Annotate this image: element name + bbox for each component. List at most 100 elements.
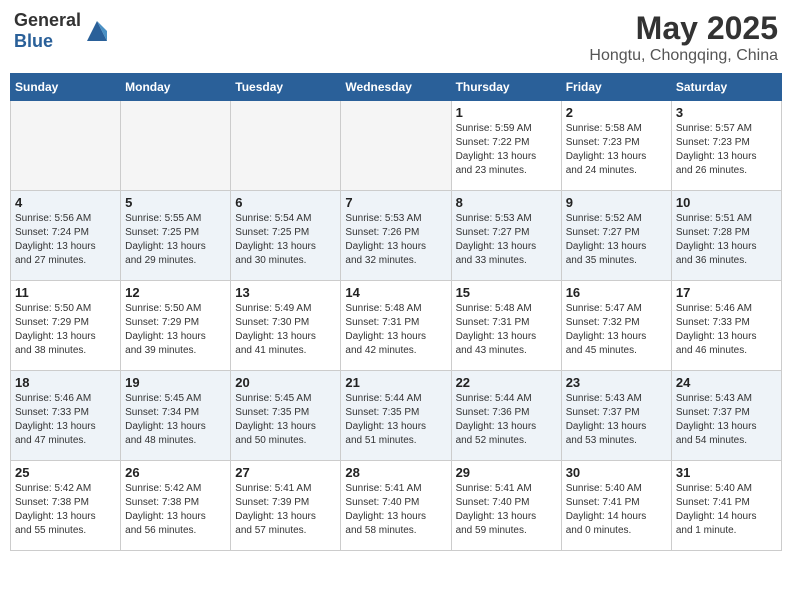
calendar-cell bbox=[341, 101, 451, 191]
weekday-header-saturday: Saturday bbox=[671, 74, 781, 101]
calendar-cell: 14Sunrise: 5:48 AM Sunset: 7:31 PM Dayli… bbox=[341, 281, 451, 371]
calendar-cell: 19Sunrise: 5:45 AM Sunset: 7:34 PM Dayli… bbox=[121, 371, 231, 461]
day-detail: Sunrise: 5:47 AM Sunset: 7:32 PM Dayligh… bbox=[566, 302, 667, 358]
calendar-cell: 9 Sunrise: 5:52 AM Sunset: 7:27 PM Daylig… bbox=[561, 191, 671, 281]
day-number: 13 bbox=[235, 285, 336, 300]
day-number: 27 bbox=[235, 465, 336, 480]
calendar-cell: 5 Sunrise: 5:55 AM Sunset: 7:25 PM Daylig… bbox=[121, 191, 231, 281]
calendar-cell bbox=[121, 101, 231, 191]
calendar-cell bbox=[11, 101, 121, 191]
day-detail: Sunrise: 5:59 AM Sunset: 7:22 PM Dayligh… bbox=[456, 122, 557, 178]
day-detail: Sunrise: 5:49 AM Sunset: 7:30 PM Dayligh… bbox=[235, 302, 336, 358]
calendar-cell: 31 Sunrise: 5:40 AM Sunset: 7:41 PM Dayli… bbox=[671, 461, 781, 551]
calendar-cell: 6Sunrise: 5:54 AM Sunset: 7:25 PM Daylig… bbox=[231, 191, 341, 281]
day-detail: Sunrise: 5:45 AM Sunset: 7:35 PM Dayligh… bbox=[235, 392, 336, 448]
day-number: 4 bbox=[15, 195, 116, 210]
weekday-header-sunday: Sunday bbox=[11, 74, 121, 101]
day-detail: Sunrise: 5:41 AM Sunset: 7:39 PM Dayligh… bbox=[235, 482, 336, 538]
day-detail: Sunrise: 5:51 AM Sunset: 7:28 PM Dayligh… bbox=[676, 212, 777, 268]
day-detail: Sunrise: 5:58 AM Sunset: 7:23 PM Dayligh… bbox=[566, 122, 667, 178]
day-number: 3 bbox=[676, 105, 777, 120]
day-detail: Sunrise: 5:57 AM Sunset: 7:23 PM Dayligh… bbox=[676, 122, 777, 178]
day-detail: Sunrise: 5:56 AM Sunset: 7:24 PM Dayligh… bbox=[15, 212, 116, 268]
day-number: 19 bbox=[125, 375, 226, 390]
calendar-cell: 20 Sunrise: 5:45 AM Sunset: 7:35 PM Dayli… bbox=[231, 371, 341, 461]
week-row-4: 18Sunrise: 5:46 AM Sunset: 7:33 PM Dayli… bbox=[11, 371, 782, 461]
calendar-cell: 4 Sunrise: 5:56 AM Sunset: 7:24 PM Daylig… bbox=[11, 191, 121, 281]
day-detail: Sunrise: 5:53 AM Sunset: 7:26 PM Dayligh… bbox=[345, 212, 446, 268]
day-number: 2 bbox=[566, 105, 667, 120]
calendar-cell: 3 Sunrise: 5:57 AM Sunset: 7:23 PM Daylig… bbox=[671, 101, 781, 191]
calendar-cell: 22Sunrise: 5:44 AM Sunset: 7:36 PM Dayli… bbox=[451, 371, 561, 461]
weekday-header-thursday: Thursday bbox=[451, 74, 561, 101]
weekday-header-friday: Friday bbox=[561, 74, 671, 101]
day-number: 16 bbox=[566, 285, 667, 300]
week-row-5: 25 Sunrise: 5:42 AM Sunset: 7:38 PM Dayli… bbox=[11, 461, 782, 551]
day-number: 21 bbox=[345, 375, 446, 390]
day-number: 24 bbox=[676, 375, 777, 390]
week-row-2: 4 Sunrise: 5:56 AM Sunset: 7:24 PM Daylig… bbox=[11, 191, 782, 281]
calendar-cell: 24 Sunrise: 5:43 AM Sunset: 7:37 PM Dayli… bbox=[671, 371, 781, 461]
day-detail: Sunrise: 5:41 AM Sunset: 7:40 PM Dayligh… bbox=[345, 482, 446, 538]
day-number: 20 bbox=[235, 375, 336, 390]
day-number: 22 bbox=[456, 375, 557, 390]
day-number: 23 bbox=[566, 375, 667, 390]
day-detail: Sunrise: 5:42 AM Sunset: 7:38 PM Dayligh… bbox=[125, 482, 226, 538]
calendar-cell: 25Sunrise: 5:42 AM Sunset: 7:38 PM Dayli… bbox=[11, 461, 121, 551]
week-row-3: 11Sunrise: 5:50 AM Sunset: 7:29 PM Dayli… bbox=[11, 281, 782, 371]
day-number: 17 bbox=[676, 285, 777, 300]
day-detail: Sunrise: 5:50 AM Sunset: 7:29 PM Dayligh… bbox=[125, 302, 226, 358]
logo-text: General Blue bbox=[14, 10, 81, 52]
logo: General Blue bbox=[14, 10, 111, 52]
day-detail: Sunrise: 5:40 AM Sunset: 7:41 PM Dayligh… bbox=[566, 482, 667, 538]
calendar-cell: 11Sunrise: 5:50 AM Sunset: 7:29 PM Dayli… bbox=[11, 281, 121, 371]
day-detail: Sunrise: 5:50 AM Sunset: 7:29 PM Dayligh… bbox=[15, 302, 116, 358]
day-detail: Sunrise: 5:53 AM Sunset: 7:27 PM Dayligh… bbox=[456, 212, 557, 268]
logo-blue: Blue bbox=[14, 31, 53, 51]
day-number: 26 bbox=[125, 465, 226, 480]
calendar-cell: 18Sunrise: 5:46 AM Sunset: 7:33 PM Dayli… bbox=[11, 371, 121, 461]
day-number: 7 bbox=[345, 195, 446, 210]
weekday-header-wednesday: Wednesday bbox=[341, 74, 451, 101]
day-number: 29 bbox=[456, 465, 557, 480]
calendar-cell: 12 Sunrise: 5:50 AM Sunset: 7:29 PM Dayli… bbox=[121, 281, 231, 371]
day-number: 8 bbox=[456, 195, 557, 210]
calendar-cell: 10 Sunrise: 5:51 AM Sunset: 7:28 PM Dayli… bbox=[671, 191, 781, 281]
day-number: 12 bbox=[125, 285, 226, 300]
day-number: 25 bbox=[15, 465, 116, 480]
weekday-header-row: SundayMondayTuesdayWednesdayThursdayFrid… bbox=[11, 74, 782, 101]
calendar-cell: 16 Sunrise: 5:47 AM Sunset: 7:32 PM Dayli… bbox=[561, 281, 671, 371]
logo-icon bbox=[83, 17, 111, 45]
day-number: 10 bbox=[676, 195, 777, 210]
calendar-cell: 15Sunrise: 5:48 AM Sunset: 7:31 PM Dayli… bbox=[451, 281, 561, 371]
month-year-title: May 2025 bbox=[589, 10, 778, 47]
calendar-cell: 2 Sunrise: 5:58 AM Sunset: 7:23 PM Daylig… bbox=[561, 101, 671, 191]
weekday-header-monday: Monday bbox=[121, 74, 231, 101]
logo-general: General bbox=[14, 10, 81, 30]
day-number: 9 bbox=[566, 195, 667, 210]
page-header: General Blue May 2025 Hongtu, Chongqing,… bbox=[10, 10, 782, 65]
day-number: 14 bbox=[345, 285, 446, 300]
day-detail: Sunrise: 5:43 AM Sunset: 7:37 PM Dayligh… bbox=[676, 392, 777, 448]
location-label: Hongtu, Chongqing, China bbox=[589, 47, 778, 65]
calendar-cell: 30 Sunrise: 5:40 AM Sunset: 7:41 PM Dayli… bbox=[561, 461, 671, 551]
day-number: 30 bbox=[566, 465, 667, 480]
day-number: 31 bbox=[676, 465, 777, 480]
calendar-cell: 23Sunrise: 5:43 AM Sunset: 7:37 PM Dayli… bbox=[561, 371, 671, 461]
day-detail: Sunrise: 5:46 AM Sunset: 7:33 PM Dayligh… bbox=[15, 392, 116, 448]
day-number: 28 bbox=[345, 465, 446, 480]
day-detail: Sunrise: 5:52 AM Sunset: 7:27 PM Dayligh… bbox=[566, 212, 667, 268]
calendar-cell: 28 Sunrise: 5:41 AM Sunset: 7:40 PM Dayli… bbox=[341, 461, 451, 551]
calendar-cell bbox=[231, 101, 341, 191]
day-detail: Sunrise: 5:55 AM Sunset: 7:25 PM Dayligh… bbox=[125, 212, 226, 268]
calendar-cell: 29Sunrise: 5:41 AM Sunset: 7:40 PM Dayli… bbox=[451, 461, 561, 551]
calendar-cell: 8 Sunrise: 5:53 AM Sunset: 7:27 PM Daylig… bbox=[451, 191, 561, 281]
day-number: 6 bbox=[235, 195, 336, 210]
day-number: 1 bbox=[456, 105, 557, 120]
calendar-cell: 21Sunrise: 5:44 AM Sunset: 7:35 PM Dayli… bbox=[341, 371, 451, 461]
weekday-header-tuesday: Tuesday bbox=[231, 74, 341, 101]
day-detail: Sunrise: 5:40 AM Sunset: 7:41 PM Dayligh… bbox=[676, 482, 777, 538]
calendar-cell: 17Sunrise: 5:46 AM Sunset: 7:33 PM Dayli… bbox=[671, 281, 781, 371]
day-number: 5 bbox=[125, 195, 226, 210]
calendar-table: SundayMondayTuesdayWednesdayThursdayFrid… bbox=[10, 73, 782, 551]
